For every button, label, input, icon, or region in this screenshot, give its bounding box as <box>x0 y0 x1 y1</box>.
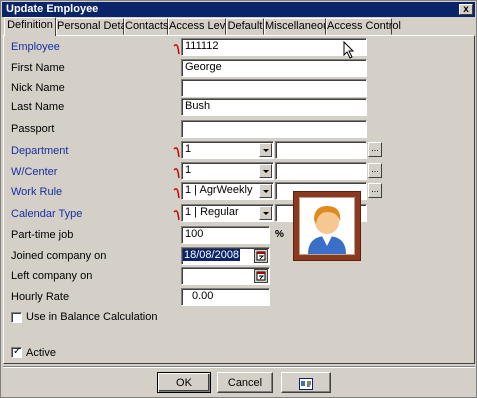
employee-label: Employee <box>11 41 60 53</box>
work-rule-browse-button[interactable]: ... <box>368 183 382 198</box>
ok-button[interactable]: OK <box>157 372 211 393</box>
department-select[interactable]: 1 <box>181 141 274 159</box>
employee-photo[interactable] <box>293 191 361 261</box>
work-rule-value: 1 | AgrWeekly <box>185 184 253 196</box>
cancel-button[interactable]: Cancel <box>217 372 273 393</box>
dropdown-arrow-icon[interactable] <box>259 143 272 157</box>
last-name-input[interactable]: Bush <box>181 98 367 116</box>
department-description <box>275 141 367 159</box>
tab-access-control[interactable]: Access Control <box>326 18 401 35</box>
joined-label: Joined company on <box>11 250 107 262</box>
close-icon: x <box>463 4 469 15</box>
id-card-icon <box>299 378 313 390</box>
active-label: Active <box>26 347 56 359</box>
balance-calc-checkbox[interactable] <box>11 312 22 323</box>
window-title: Update Employee <box>6 3 99 15</box>
dropdown-arrow-icon[interactable] <box>259 206 272 220</box>
part-time-label: Part-time job <box>11 229 74 241</box>
calendar-type-select[interactable]: 1 | Regular <box>181 204 274 222</box>
wcenter-browse-button[interactable]: ... <box>368 163 382 178</box>
button-separator <box>3 366 475 368</box>
balance-calc-label: Use in Balance Calculation <box>26 311 158 323</box>
percent-sign: % <box>275 229 284 240</box>
work-rule-select[interactable]: 1 | AgrWeekly <box>181 182 274 200</box>
first-name-label: First Name <box>11 62 65 74</box>
hourly-rate-label: Hourly Rate <box>11 291 70 303</box>
employee-input[interactable]: 111112 <box>181 38 367 56</box>
joined-date-value: 18/08/2008 <box>183 249 241 261</box>
close-button[interactable]: x <box>459 4 473 15</box>
nick-name-label: Nick Name <box>11 82 65 94</box>
dropdown-arrow-icon[interactable] <box>259 184 272 198</box>
passport-label: Passport <box>11 123 55 135</box>
department-label: Department <box>11 145 69 157</box>
department-value: 1 <box>185 143 192 155</box>
title-bar: Update Employee x <box>2 2 475 17</box>
left-date-input[interactable] <box>181 267 270 285</box>
id-card-button[interactable] <box>281 372 331 393</box>
passport-input[interactable] <box>181 120 367 138</box>
calendar-icon[interactable] <box>254 269 268 283</box>
tab-contacts[interactable]: Contacts <box>124 18 168 35</box>
work-rule-label: Work Rule <box>11 186 63 198</box>
tab-miscellaneous[interactable]: Miscellaneous <box>264 18 335 35</box>
calendar-type-value: 1 | Regular <box>185 206 239 218</box>
wcenter-description <box>275 162 367 180</box>
update-employee-window: Update Employee x Definition Personal De… <box>0 0 477 398</box>
nick-name-input[interactable] <box>181 79 367 97</box>
active-check-mark: ✓ <box>13 346 22 357</box>
photo-inner <box>299 197 355 255</box>
joined-date-input[interactable]: 18/08/2008 <box>181 247 270 265</box>
last-name-label: Last Name <box>11 101 65 113</box>
mouse-cursor-icon <box>343 41 355 59</box>
active-checkbox[interactable]: ✓ <box>11 346 22 358</box>
wcenter-select[interactable]: 1 <box>181 162 274 180</box>
employee-photo-icon <box>308 206 346 254</box>
part-time-input[interactable]: 100 <box>181 226 270 244</box>
wcenter-value: 1 <box>185 164 192 176</box>
tab-access-level[interactable]: Access Level <box>168 18 234 35</box>
tab-personal-details[interactable]: Personal Details <box>56 18 137 35</box>
dropdown-arrow-icon[interactable] <box>259 164 272 178</box>
calendar-type-label: Calendar Type <box>11 208 83 220</box>
calendar-icon[interactable] <box>254 249 268 263</box>
wcenter-label: W/Center <box>11 166 58 178</box>
first-name-input[interactable]: George <box>181 59 367 77</box>
hourly-rate-input[interactable]: 0.00 <box>181 288 270 306</box>
tab-default[interactable]: Default <box>226 18 264 35</box>
left-company-label: Left company on <box>11 270 93 282</box>
tab-definition[interactable]: Definition <box>4 17 56 36</box>
department-browse-button[interactable]: ... <box>368 142 382 157</box>
